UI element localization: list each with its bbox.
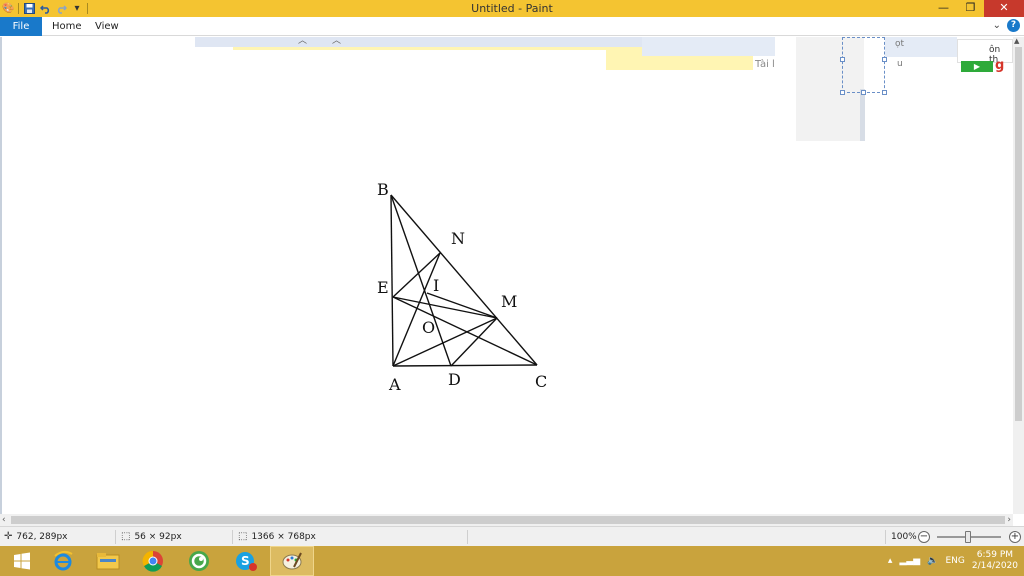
triangle-figure: B N E I M O A D C — [377, 180, 547, 394]
selection-handle[interactable] — [840, 57, 845, 62]
windows-logo-icon — [14, 552, 30, 570]
zoom-in-button[interactable]: + — [1009, 531, 1021, 543]
taskbar-internet-explorer[interactable] — [41, 546, 85, 576]
paint-palette-icon — [282, 552, 302, 570]
svg-text:S: S — [241, 554, 250, 568]
selection-handle[interactable] — [882, 90, 887, 95]
status-divider — [885, 530, 886, 544]
cursor-position-text: 762, 289px — [16, 532, 68, 542]
maximize-button[interactable]: ❐ — [957, 0, 984, 17]
zoom-level: 100% — [891, 532, 917, 542]
label-o: O — [422, 318, 435, 337]
minimize-button[interactable]: — — [930, 0, 957, 17]
status-divider — [467, 530, 468, 544]
taskbar-coccoc[interactable] — [177, 546, 221, 576]
chrome-icon — [142, 550, 163, 572]
ribbon-right-controls: ⌄ ? — [993, 19, 1020, 32]
cursor-position: ✛ 762, 289px — [4, 527, 68, 547]
label-e: E — [377, 278, 389, 297]
volume-icon[interactable]: 🔈 — [927, 556, 938, 566]
system-tray: ▴ ▂▃▅ 🔈 ENG 6:59 PM 2/14/2020 — [888, 546, 1024, 576]
selection-size-text: 56 × 92px — [134, 532, 182, 542]
vertical-scroll-thumb[interactable] — [1015, 47, 1022, 421]
folder-icon — [96, 553, 120, 570]
label-n: N — [451, 229, 465, 248]
status-divider — [115, 530, 116, 544]
label-c: C — [535, 372, 547, 391]
pasted-fragment-grey-bar — [860, 89, 865, 141]
pasted-fragment-text: Tài l — [755, 59, 775, 70]
image-size: ⬚ 1366 × 768px — [238, 527, 316, 547]
selection-handle[interactable] — [861, 90, 866, 95]
taskbar-file-explorer[interactable] — [86, 546, 130, 576]
label-i: I — [433, 276, 439, 295]
taskbar-paint[interactable] — [270, 546, 314, 576]
label-b: B — [377, 180, 389, 199]
vertical-scrollbar[interactable]: ▲ — [1013, 37, 1024, 514]
horizontal-scroll-thumb[interactable] — [11, 516, 1005, 524]
pasted-fragment-onth: ôn th — [957, 39, 1013, 65]
clock-date: 2/14/2020 — [971, 561, 1018, 571]
segment-dm — [450, 317, 498, 367]
pasted-fragment-text-ot: ọt — [895, 39, 905, 49]
coccoc-icon — [189, 551, 209, 571]
selection-size-icon: ⬚ — [121, 531, 131, 542]
segment-ac — [392, 364, 538, 367]
scroll-right-icon[interactable]: › — [1007, 514, 1011, 526]
pasted-fragment-bar: ︿ ︿ — [195, 37, 642, 47]
segment-am — [392, 317, 498, 367]
pasted-fragment-blue — [642, 37, 775, 56]
scroll-left-icon[interactable]: ‹ — [2, 514, 6, 526]
drawing-canvas[interactable]: ︿ ︿ Tài l ọt u ôn th ▶ g B N E I M O A D… — [2, 37, 1013, 514]
start-button[interactable] — [0, 546, 44, 576]
chevron-down-icon[interactable]: ⌄ — [993, 20, 1001, 31]
label-a: A — [388, 375, 401, 394]
play-icon: ▶ — [961, 61, 993, 72]
network-icon[interactable]: ▂▃▅ — [899, 556, 920, 566]
selection-handle[interactable] — [882, 57, 887, 62]
taskbar-skype[interactable]: S — [224, 546, 268, 576]
label-d: D — [448, 370, 461, 389]
tab-file[interactable]: File — [0, 17, 42, 36]
segment-bd — [390, 194, 452, 367]
show-hidden-icons[interactable]: ▴ — [888, 556, 893, 566]
segment-ba — [390, 194, 394, 367]
close-button[interactable]: ✕ — [984, 0, 1024, 17]
status-bar: ✛ 762, 289px ⬚ 56 × 92px ⬚ 1366 × 768px … — [0, 526, 1024, 546]
segment-bc — [390, 194, 538, 366]
pasted-fragment-text-u: u — [897, 59, 903, 69]
label-m: M — [501, 292, 517, 311]
tab-view[interactable]: View — [95, 17, 119, 36]
google-plus-icon: g — [995, 58, 1005, 73]
image-size-text: 1366 × 768px — [251, 532, 316, 542]
zoom-out-button[interactable]: − — [918, 531, 930, 543]
taskbar: S ▴ ▂▃▅ 🔈 ENG 6:59 PM 2/14/2020 — [0, 546, 1024, 576]
clock-time: 6:59 PM — [976, 550, 1014, 560]
clock[interactable]: 6:59 PM 2/14/2020 — [972, 550, 1018, 572]
language-indicator[interactable]: ENG — [945, 556, 964, 566]
selection-size: ⬚ 56 × 92px — [121, 527, 182, 547]
selection-rectangle[interactable] — [840, 37, 887, 95]
crosshair-icon: ✛ — [4, 531, 13, 542]
zoom-slider-thumb[interactable] — [965, 531, 971, 543]
caret-up-icon: ︿ — [298, 37, 308, 46]
selection-handle[interactable] — [840, 90, 845, 95]
taskbar-chrome[interactable] — [131, 546, 175, 576]
window-title: Untitled - Paint — [471, 2, 553, 15]
status-divider — [232, 530, 233, 544]
scroll-up-icon[interactable]: ▲ — [1014, 37, 1019, 45]
help-icon[interactable]: ? — [1007, 19, 1020, 32]
window-controls: — ❐ ✕ — [930, 0, 1024, 17]
title-bar: 🎨 ▾ Untitled - Paint — ❐ ✕ — [0, 0, 1024, 17]
ribbon-tab-bar: File Home View ⌄ ? — [0, 17, 1024, 36]
tab-home[interactable]: Home — [52, 17, 82, 36]
canvas-workspace: ︿ ︿ Tài l ọt u ôn th ▶ g B N E I M O A D… — [0, 37, 1024, 514]
caret-up-icon: ︿ — [332, 37, 342, 46]
horizontal-scrollbar[interactable]: ‹ › — [0, 514, 1013, 526]
internet-explorer-icon — [54, 550, 73, 571]
skype-icon: S — [236, 552, 257, 571]
segment-an — [392, 252, 441, 367]
image-size-icon: ⬚ — [238, 531, 248, 542]
pasted-fragment-yellow-strip — [233, 47, 606, 50]
